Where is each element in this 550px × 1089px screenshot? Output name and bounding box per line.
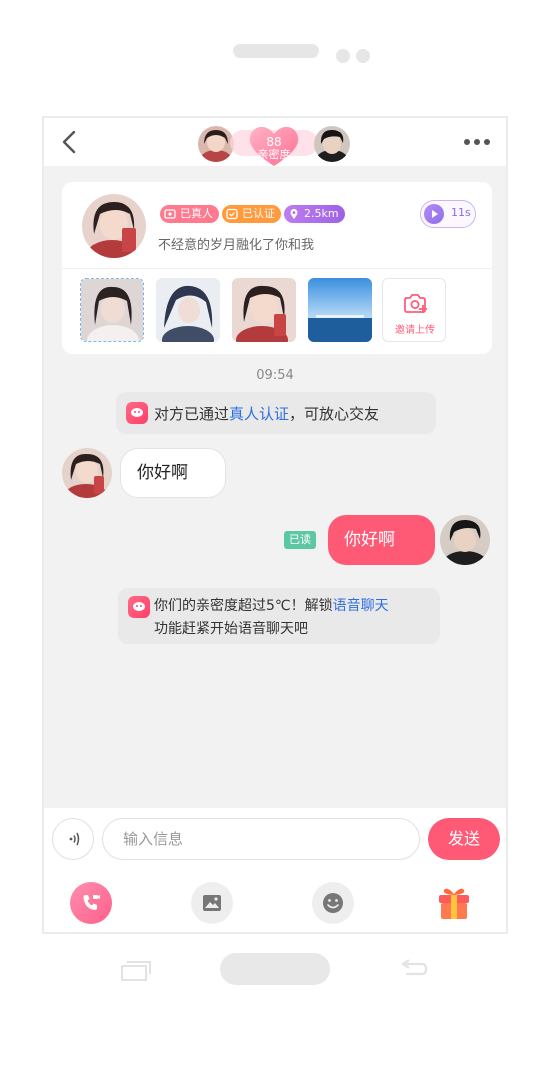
profile-photo[interactable] xyxy=(308,278,372,342)
chat-screen: 88 亲密度 已真人 已认证 2.5km 11s 不经意的岁月融化了你和我 邀请… xyxy=(42,116,508,934)
message-input[interactable]: 输入信息 xyxy=(102,818,420,860)
system-chat-icon xyxy=(126,402,148,424)
gift-icon xyxy=(435,884,473,926)
home-button[interactable] xyxy=(220,953,330,985)
system-message-verified: 对方已通过真人认证，可放心交友 xyxy=(116,392,436,434)
upload-label: 邀请上传 xyxy=(395,325,435,336)
system-message-intimacy: 你们的亲密度超过5℃！解锁语音聊天 功能赶紧开始语音聊天吧 xyxy=(118,588,440,644)
profile-photo[interactable] xyxy=(80,278,144,342)
intimacy-label: 亲密度 xyxy=(257,148,291,161)
system-message-text: 你们的亲密度超过5℃！解锁语音聊天 xyxy=(154,598,389,614)
device-sensor xyxy=(336,49,350,63)
voice-input-icon xyxy=(65,830,83,852)
send-button[interactable]: 发送 xyxy=(428,818,500,860)
profile-photo[interactable] xyxy=(232,278,296,342)
device-speaker xyxy=(233,44,319,58)
video-call-icon xyxy=(80,892,102,918)
read-status: 已读 xyxy=(284,531,316,549)
profile-card: 已真人 已认证 2.5km 11s 不经意的岁月融化了你和我 邀请上传 xyxy=(62,182,492,354)
intimacy-value: 88 xyxy=(266,135,282,149)
location-icon xyxy=(288,208,300,220)
certified-badge: 已认证 xyxy=(222,205,281,223)
outgoing-message[interactable]: 你好啊 xyxy=(328,515,435,565)
voice-duration: 11s xyxy=(451,206,471,219)
camera-plus-icon xyxy=(402,291,428,319)
back-icon[interactable] xyxy=(58,126,82,158)
recent-apps-icon[interactable] xyxy=(120,960,152,986)
certified-icon xyxy=(226,208,238,220)
real-person-verify-link[interactable]: 真人认证 xyxy=(229,405,289,423)
incoming-message[interactable]: 你好啊 xyxy=(120,448,226,498)
voice-chat-link[interactable]: 语音聊天 xyxy=(333,598,389,614)
voice-play-icon xyxy=(424,204,444,224)
my-chat-avatar[interactable] xyxy=(440,515,490,565)
card-divider xyxy=(62,268,492,269)
gift-button[interactable] xyxy=(432,882,474,924)
profile-bio: 不经意的岁月融化了你和我 xyxy=(158,238,315,253)
system-chat-icon xyxy=(128,596,150,618)
emoji-icon xyxy=(322,892,344,918)
video-call-button[interactable] xyxy=(70,882,112,924)
distance-badge: 2.5km xyxy=(284,205,345,223)
real-person-badge: 已真人 xyxy=(160,205,219,223)
real-person-icon xyxy=(164,208,176,220)
device-frame: 88 亲密度 已真人 已认证 2.5km 11s 不经意的岁月融化了你和我 邀请… xyxy=(0,0,550,1089)
profile-photo[interactable] xyxy=(156,278,220,342)
more-icon[interactable] xyxy=(460,132,494,152)
partner-chat-avatar[interactable] xyxy=(62,448,112,498)
image-icon xyxy=(202,894,222,916)
image-button[interactable] xyxy=(191,882,233,924)
profile-avatar[interactable] xyxy=(82,194,146,258)
voice-intro-button[interactable]: 11s xyxy=(420,200,476,228)
top-bar: 88 亲密度 xyxy=(44,118,506,166)
message-time: 09:54 xyxy=(256,368,294,383)
input-panel: 输入信息 发送 xyxy=(44,808,506,932)
device-sensor xyxy=(356,49,370,63)
system-message-text: 对方已通过真人认证，可放心交友 xyxy=(154,405,380,423)
emoji-button[interactable] xyxy=(312,882,354,924)
voice-input-button[interactable] xyxy=(52,818,94,860)
invite-upload-button[interactable]: 邀请上传 xyxy=(382,278,446,342)
system-message-text-line2: 功能赶紧开始语音聊天吧 xyxy=(154,621,308,637)
back-nav-icon[interactable] xyxy=(398,958,430,984)
partner-avatar[interactable] xyxy=(314,126,350,162)
my-avatar[interactable] xyxy=(198,126,234,162)
